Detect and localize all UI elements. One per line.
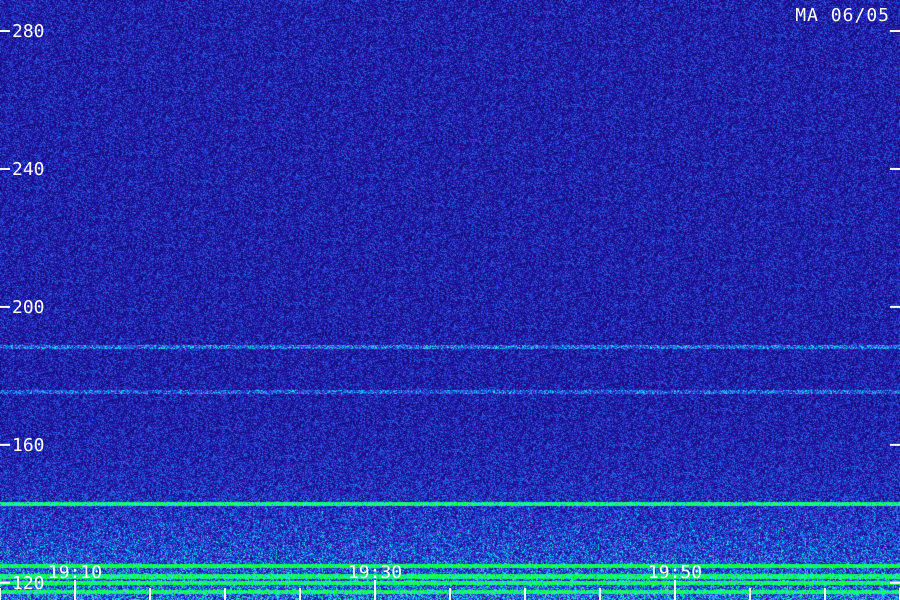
y-tick-label: 160	[12, 435, 45, 456]
y-tick-label: 280	[12, 21, 45, 42]
station-date-label: MA 06/05	[795, 5, 890, 26]
y-tick-label: 200	[12, 297, 45, 318]
x-tick-label: 19:10	[48, 562, 102, 583]
x-tick-label: 19:30	[348, 562, 402, 583]
y-tick-label: 240	[12, 159, 45, 180]
x-axis: 19:10 19:30 19:50	[0, 562, 900, 600]
y-tick-label: 120	[12, 573, 45, 594]
y-axis: 280 240 200 160 120	[0, 21, 900, 594]
spectrogram-chart: 280 240 200 160 120 19:10 19:30 19:50 MA 06/05	[0, 0, 900, 600]
axis-overlay: 280 240 200 160 120 19:10 19:30 19:50	[0, 21, 900, 600]
x-tick-label: 19:50	[648, 562, 702, 583]
